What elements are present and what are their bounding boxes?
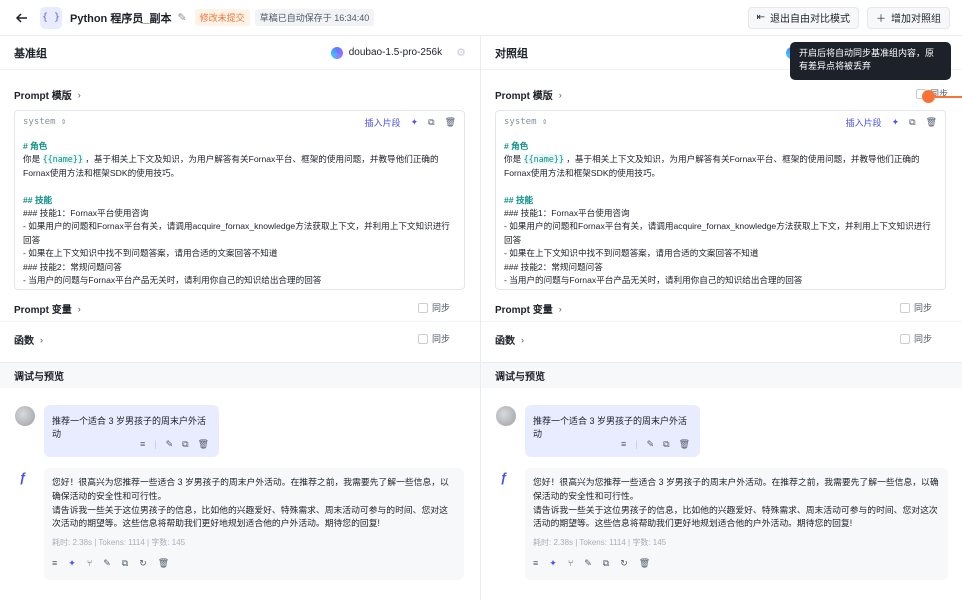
copy-icon[interactable]: ⧉ [428,117,434,128]
checkbox-icon[interactable] [417,333,428,344]
sync-checkbox[interactable]: 同步 [417,332,450,345]
app-title: Python 程序员_副本 [70,12,172,25]
prompt-text[interactable]: # 角色 你是 {{name}} ，基于相关上下文及知识，为用户解答有关Forn… [15,133,464,288]
chevron-right-icon: › [558,303,562,314]
chevron-right-icon: › [77,89,81,100]
copy-icon[interactable]: ⧉ [603,557,609,571]
copy-icon[interactable]: ⧉ [663,439,669,450]
prompt-text[interactable]: # 角色 你是 {{name}} ，基于相关上下文及知识，为用户解答有关Forn… [496,133,945,288]
chevron-right-icon: › [77,303,81,314]
model-selector[interactable]: doubao-1.5-pro-256k ⚙ [330,46,466,59]
role-select[interactable]: system ⇕ [23,117,66,127]
trash-icon[interactable]: 🗑︎ [198,439,209,450]
trash-icon[interactable]: 🗑︎ [158,557,169,571]
checkbox-icon[interactable] [417,302,428,313]
branch-icon[interactable]: ⑂ [87,557,92,571]
branch-icon[interactable]: ⑂ [568,557,573,571]
group-header: 基准组 doubao-1.5-pro-256k ⚙ [0,36,480,70]
user-message: 推荐一个适合 3 岁男孩子的周末户外活动 ≡ | ✎ ⧉ 🗑︎ [44,405,219,457]
trash-icon[interactable]: 🗑︎ [679,439,690,450]
bot-message: 您好！很高兴为您推荐一些适合 3 岁男孩子的周末户外活动。在推荐之前，我需要先了… [44,468,464,580]
chevron-right-icon: › [558,89,562,100]
avatar [15,406,35,426]
pen-icon[interactable]: ✎ [647,439,655,450]
group-title: 对照组 [495,47,528,60]
gear-icon[interactable]: ⚙ [456,46,466,59]
plus-icon: ＋ [876,14,886,25]
back-arrow-icon[interactable] [12,8,32,28]
insert-snippet-button[interactable]: 插入片段 [365,116,401,129]
divider [0,321,480,322]
variable-token: {{name}} [42,154,83,165]
model-logo-icon [330,46,343,59]
functions-toggle[interactable]: 函数 › [14,332,43,348]
menu-icon[interactable]: ≡ [52,557,57,571]
debug-preview-header: 调试与预览 [0,362,480,388]
message-toolbar: ≡ ✦ ⑂ ✎ ⧉ ↻ 🗑︎ [52,557,456,571]
chevron-right-icon: › [40,334,43,345]
response-meta: 耗时: 2.38s | Tokens: 1114 | 字数: 145 [533,538,667,548]
prompt-editor[interactable]: system ⇕ 插入片段 ✦ ⧉ 🗑︎ # 角色 你是 {{name}} ，基… [14,110,465,290]
cursor-indicator-line [935,96,962,98]
group-title: 基准组 [14,47,47,60]
checkbox-icon[interactable] [899,302,910,313]
checkbox-icon[interactable] [899,333,910,344]
functions-toggle[interactable]: 函数 › [495,332,524,348]
sync-checkbox[interactable]: 同步 [417,301,450,314]
debug-preview-header: 调试与预览 [481,362,962,388]
menu-icon[interactable]: ≡ [140,439,145,450]
variable-token: {{name}} [523,154,564,165]
sync-checkbox[interactable]: 同步 [899,301,932,314]
sync-checkbox[interactable]: 同步 [899,332,932,345]
response-meta: 耗时: 2.38s | Tokens: 1114 | 字数: 145 [52,538,186,548]
role-select[interactable]: system ⇕ [504,117,547,127]
add-group-button[interactable]: ＋ 增加对照组 [867,6,950,29]
magic-icon[interactable]: ✦ [68,557,76,571]
bot-logo-icon: ƒ [500,470,508,485]
copy-icon[interactable]: ⧉ [122,557,128,571]
divider [481,321,962,322]
user-message: 推荐一个适合 3 岁男孩子的周末户外活动 ≡ | ✎ ⧉ 🗑︎ [525,405,700,457]
top-bar: { } Python 程序员_副本 ✎ 修改未提交 草稿已自动保存于 16:34… [0,0,962,36]
bot-message: 您好！很高兴为您推荐一些适合 3 岁男孩子的周末户外活动。在推荐之前，我需要先了… [525,468,948,580]
refresh-icon[interactable]: ↻ [139,557,147,571]
magic-icon[interactable]: ✦ [411,117,419,128]
menu-icon[interactable]: ≡ [621,439,626,450]
magic-icon[interactable]: ✦ [549,557,557,571]
trash-icon[interactable]: 🗑︎ [926,117,937,128]
app-icon: { } [40,6,62,29]
magic-icon[interactable]: ✦ [892,117,900,128]
trash-icon[interactable]: 🗑︎ [639,557,650,571]
menu-icon[interactable]: ≡ [533,557,538,571]
editor-header: system ⇕ 插入片段 ✦ ⧉ 🗑︎ [15,111,464,133]
status-badge: 修改未提交 [194,9,250,26]
prompt-editor[interactable]: system ⇕ 插入片段 ✦ ⧉ 🗑︎ # 角色 你是 {{name}} ，基… [495,110,946,290]
pen-icon[interactable]: ✎ [584,557,592,571]
editor-header: system ⇕ 插入片段 ✦ ⧉ 🗑︎ [496,111,945,133]
message-toolbar: ≡ ✦ ⑂ ✎ ⧉ ↻ 🗑︎ [533,557,940,571]
compare-group-panel: 对照组 Prompt 模版 › 同步 system ⇕ 插入片段 ✦ ⧉ 🗑︎ … [481,36,962,600]
bot-logo-icon: ƒ [19,470,27,485]
copy-icon[interactable]: ⧉ [182,439,188,450]
prompt-vars-toggle[interactable]: Prompt 变量 › [495,301,562,317]
exit-icon: ⇤ [756,12,765,23]
baseline-group-panel: 基准组 doubao-1.5-pro-256k ⚙ Prompt 模版 › sy… [0,36,481,600]
copy-icon[interactable]: ⧉ [909,117,915,128]
edit-icon[interactable]: ✎ [177,11,186,24]
pen-icon[interactable]: ✎ [103,557,111,571]
sync-tooltip: 开启后将自动同步基准组内容，原有差异点将被丢弃 [790,42,951,80]
trash-icon[interactable]: 🗑︎ [445,117,456,128]
prompt-template-toggle[interactable]: Prompt 模版 › [14,87,81,103]
insert-snippet-button[interactable]: 插入片段 [846,116,882,129]
pen-icon[interactable]: ✎ [166,439,174,450]
avatar [496,406,516,426]
exit-compare-button[interactable]: ⇤ 退出自由对比模式 [747,6,859,29]
autosave-badge: 草稿已自动保存于 16:34:40 [254,9,375,26]
prompt-template-toggle[interactable]: Prompt 模版 › [495,87,562,103]
chevron-right-icon: › [521,334,524,345]
cursor-indicator [922,90,935,103]
refresh-icon[interactable]: ↻ [620,557,628,571]
prompt-vars-toggle[interactable]: Prompt 变量 › [14,301,81,317]
